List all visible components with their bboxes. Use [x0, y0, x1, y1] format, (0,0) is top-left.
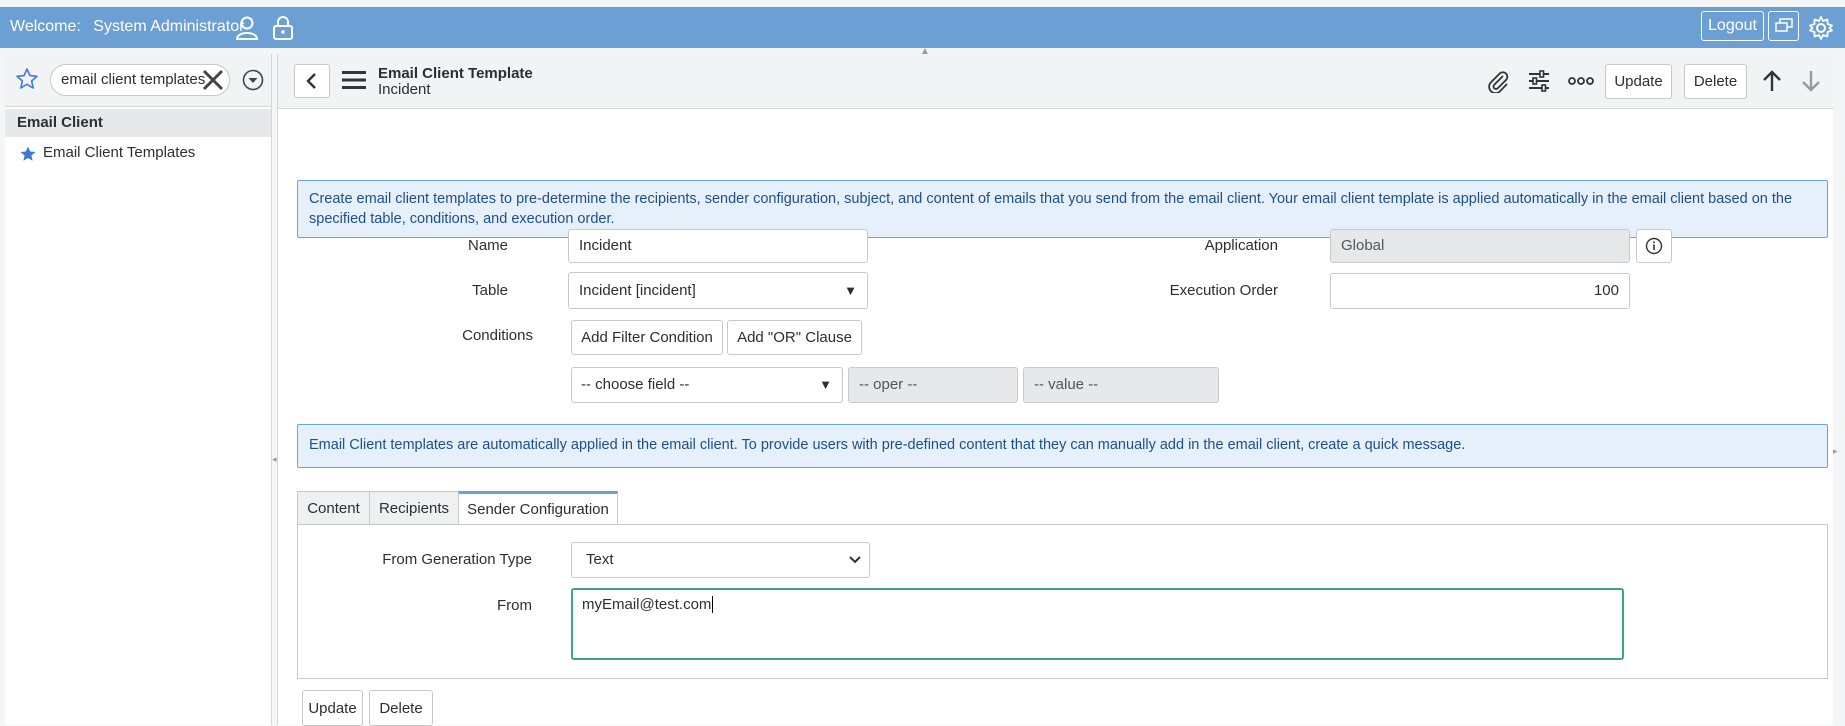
connect-chat-button[interactable]	[1768, 11, 1799, 41]
user-name[interactable]: System Administrator	[93, 18, 244, 35]
form-title: Email Client Template	[378, 65, 533, 82]
chevron-down-icon	[849, 543, 861, 577]
from-generation-type-label: From Generation Type	[382, 551, 532, 568]
tab-sender-configuration[interactable]: Sender Configuration	[458, 491, 618, 525]
welcome-text: Welcome: System Administrator	[10, 18, 252, 36]
lock-icon[interactable]	[268, 13, 298, 43]
choose-field-value: -- choose field --	[581, 376, 690, 393]
application-info-button[interactable]	[1636, 229, 1672, 263]
settings-gear-icon[interactable]	[1806, 13, 1836, 43]
add-filter-condition-button[interactable]: Add Filter Condition	[571, 320, 723, 355]
personalize-form-sliders-icon[interactable]	[1524, 66, 1554, 96]
back-button[interactable]	[294, 64, 330, 98]
logout-button[interactable]: Logout	[1701, 11, 1764, 41]
operator-select: -- oper --	[848, 367, 1018, 403]
form-header: Email Client Template Incident Update De…	[278, 54, 1833, 109]
sender-configuration-panel: From Generation Type Text From myEmail@t…	[297, 524, 1828, 679]
top-banner: Welcome: System Administrator Logout	[0, 7, 1845, 48]
tab-content[interactable]: Content	[297, 491, 370, 525]
welcome-label: Welcome:	[10, 18, 81, 35]
navigator-filter-bar: email client templates	[5, 54, 271, 107]
navigator-menu-icon[interactable]	[241, 68, 265, 96]
info-message-bottom: Email Client templates are automatically…	[297, 424, 1828, 468]
from-generation-type-value: Text	[586, 551, 614, 568]
table-select[interactable]: Incident [incident] ▼	[568, 272, 868, 309]
footer-update-button[interactable]: Update	[302, 690, 363, 726]
application-field: Global	[1330, 229, 1630, 263]
attachment-paperclip-icon[interactable]	[1483, 66, 1513, 96]
form-content: Email Client Template Incident Update De…	[277, 54, 1833, 726]
collapse-right-icon[interactable]: ▸	[1833, 446, 1838, 457]
form-subtitle: Incident	[378, 81, 431, 98]
next-record-arrow-down-icon[interactable]	[1796, 66, 1826, 96]
choose-field-select[interactable]: -- choose field -- ▼	[571, 367, 843, 403]
from-textarea-value: myEmail@test.com	[582, 596, 712, 613]
collapse-nav-icon[interactable]: ◂	[272, 454, 277, 466]
nav-module-label: Email Client Templates	[43, 144, 196, 161]
from-generation-type-select[interactable]: Text	[571, 542, 870, 578]
caret-down-icon: ▼	[844, 283, 857, 298]
header-update-button[interactable]: Update	[1605, 64, 1672, 99]
execution-order-input[interactable]: 100	[1330, 273, 1630, 309]
impersonate-user-icon[interactable]	[232, 13, 262, 43]
conditions-label: Conditions	[462, 327, 533, 344]
name-input[interactable]: Incident	[568, 229, 868, 263]
text-cursor	[712, 596, 714, 613]
previous-record-arrow-up-icon[interactable]	[1757, 66, 1787, 96]
name-label: Name	[467, 237, 508, 254]
value-input: -- value --	[1023, 367, 1219, 403]
from-textarea[interactable]: myEmail@test.com	[571, 588, 1624, 660]
favorite-star-icon[interactable]	[19, 145, 37, 173]
favorites-star-icon[interactable]	[15, 67, 39, 95]
table-label: Table	[472, 282, 508, 299]
info-icon	[1645, 237, 1663, 255]
add-or-clause-button[interactable]: Add "OR" Clause	[727, 320, 862, 355]
from-label: From	[497, 597, 532, 614]
more-options-icon[interactable]	[1566, 66, 1596, 96]
chat-windows-icon	[1774, 18, 1793, 32]
clear-filter-icon[interactable]	[201, 68, 225, 96]
application-label: Application	[1204, 237, 1278, 254]
footer-delete-button[interactable]: Delete	[369, 690, 433, 726]
nav-app-email-client[interactable]: Email Client	[5, 109, 271, 137]
tab-recipients[interactable]: Recipients	[369, 491, 459, 525]
caret-down-icon: ▼	[819, 377, 832, 392]
table-select-value: Incident [incident]	[579, 282, 696, 299]
header-delete-button[interactable]: Delete	[1684, 64, 1747, 99]
execution-order-label: Execution Order	[1169, 282, 1278, 299]
context-menu-icon[interactable]	[342, 70, 366, 94]
chevron-left-icon	[306, 73, 316, 89]
nav-module-email-client-templates[interactable]: Email Client Templates	[5, 139, 271, 167]
application-navigator: email client templates Email Client Emai…	[5, 54, 272, 725]
